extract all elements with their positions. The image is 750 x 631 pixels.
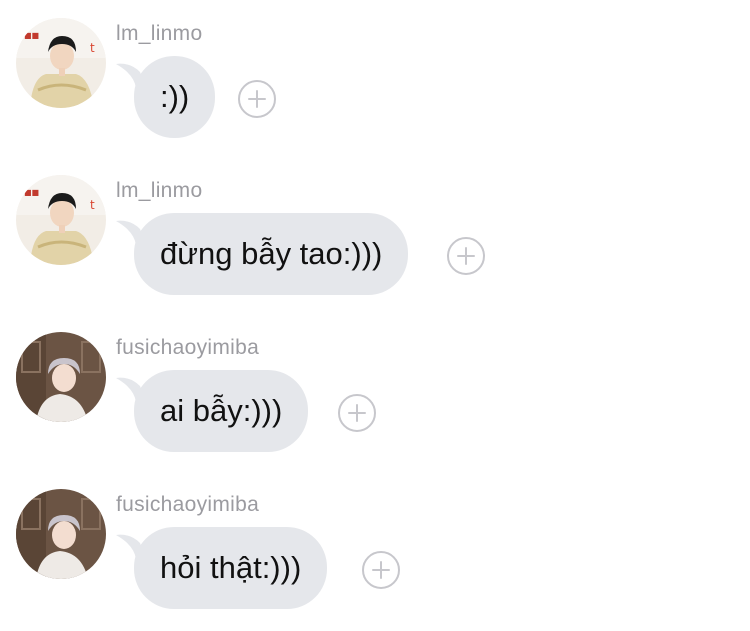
user-avatar[interactable] (16, 332, 106, 422)
svg-text:t: t (90, 41, 95, 55)
svg-text:■■: ■■ (24, 188, 39, 197)
username: fusichaoyimiba (116, 493, 260, 516)
svg-text:t: t (90, 198, 95, 212)
plus-circle-icon (348, 404, 366, 422)
plus-circle-icon (457, 247, 475, 265)
user-avatar[interactable]: ■■ t (16, 175, 106, 265)
message-bubble-wrap: ai bẫy:))) (116, 370, 309, 452)
username: lm_linmo (116, 179, 203, 202)
username: lm_linmo (116, 22, 203, 45)
message-bubble-wrap: :)) (116, 56, 216, 138)
plus-circle-icon (372, 561, 390, 579)
react-button[interactable] (362, 551, 400, 589)
plus-circle-icon (248, 90, 266, 108)
message-row: ■■ t lm_linmo :)) (0, 0, 750, 157)
message-bubble[interactable]: đừng bẫy tao:))) (134, 213, 409, 295)
react-button[interactable] (338, 394, 376, 432)
message-bubble-wrap: hỏi thật:))) (116, 527, 328, 609)
message-row: fusichaoyimiba hỏi thật:))) (0, 471, 750, 628)
message-bubble[interactable]: :)) (134, 56, 216, 138)
svg-text:■■: ■■ (24, 31, 39, 40)
react-button[interactable] (447, 237, 485, 275)
message-bubble[interactable]: ai bẫy:))) (134, 370, 309, 452)
user-avatar[interactable]: ■■ t (16, 18, 106, 108)
react-button[interactable] (238, 80, 276, 118)
message-bubble[interactable]: hỏi thật:))) (134, 527, 328, 609)
message-row: fusichaoyimiba ai bẫy:))) (0, 314, 750, 471)
message-row: ■■ t lm_linmo đừng bẫy tao:))) (0, 157, 750, 314)
username: fusichaoyimiba (116, 336, 260, 359)
user-avatar[interactable] (16, 489, 106, 579)
message-bubble-wrap: đừng bẫy tao:))) (116, 213, 409, 295)
